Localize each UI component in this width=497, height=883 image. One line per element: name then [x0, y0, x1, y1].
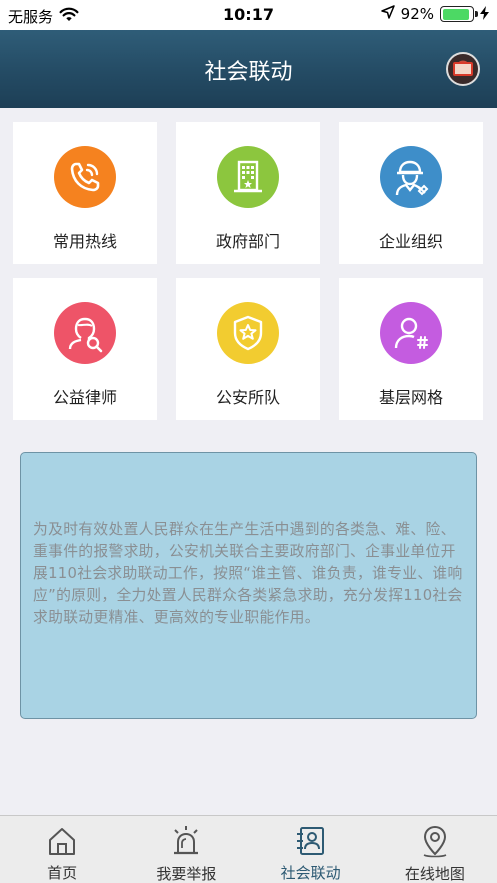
tab-home[interactable]: 首页 — [0, 816, 124, 883]
charging-icon — [480, 5, 489, 23]
tab-social-linkage[interactable]: 社会联动 — [249, 816, 373, 883]
grid-person-icon — [380, 302, 442, 364]
tab-label: 在线地图 — [404, 865, 465, 883]
battery-tip — [475, 11, 478, 17]
tile-hotline[interactable]: 常用热线 — [13, 122, 157, 264]
tile-label: 公益律师 — [52, 388, 117, 407]
battery-percent: 92% — [400, 5, 434, 23]
tile-enterprise[interactable]: 企业组织 — [339, 122, 483, 264]
avatar[interactable] — [446, 52, 480, 86]
home-icon — [46, 824, 78, 857]
status-bar: 无服务 10:17 92% — [0, 0, 497, 30]
building-icon — [217, 146, 279, 208]
battery-icon — [440, 6, 478, 22]
tab-map[interactable]: 在线地图 — [373, 816, 497, 883]
tab-label: 社会联动 — [280, 864, 341, 882]
notice-text: 为及时有效处置人民群众在生产生活中遇到的各类急、难、险、重事件的报警求助，公安机… — [33, 521, 463, 626]
tab-report[interactable]: 我要举报 — [124, 816, 248, 883]
tile-police[interactable]: 公安所队 — [176, 278, 320, 420]
alarm-light-icon — [169, 824, 203, 858]
tab-label: 首页 — [47, 864, 78, 882]
police-badge-icon — [217, 302, 279, 364]
tile-label: 公安所队 — [215, 388, 280, 407]
battery-level — [442, 8, 470, 20]
worker-icon — [380, 146, 442, 208]
lawyer-icon — [54, 302, 116, 364]
tile-label: 政府部门 — [215, 232, 280, 251]
tile-label: 基层网格 — [378, 388, 443, 407]
contacts-icon — [295, 824, 327, 857]
tile-label: 常用热线 — [52, 232, 117, 251]
tile-label: 企业组织 — [378, 232, 443, 251]
phone-icon — [54, 146, 116, 208]
header-bar: 社会联动 — [0, 30, 497, 108]
avatar-image — [453, 62, 473, 76]
location-arrow-icon — [380, 5, 395, 23]
info-notice: 为及时有效处置人民群众在生产生活中遇到的各类急、难、险、重事件的报警求助，公安机… — [20, 452, 477, 719]
tab-label: 我要举报 — [156, 865, 217, 883]
tile-grid[interactable]: 基层网格 — [339, 278, 483, 420]
bottom-tab-bar: 首页 我要举报 社会联动 在线地图 — [0, 815, 497, 883]
tile-lawyer[interactable]: 公益律师 — [13, 278, 157, 420]
status-right: 92% — [380, 5, 489, 23]
page-title: 社会联动 — [204, 60, 293, 85]
tile-government[interactable]: 政府部门 — [176, 122, 320, 264]
map-pin-icon — [420, 824, 450, 858]
